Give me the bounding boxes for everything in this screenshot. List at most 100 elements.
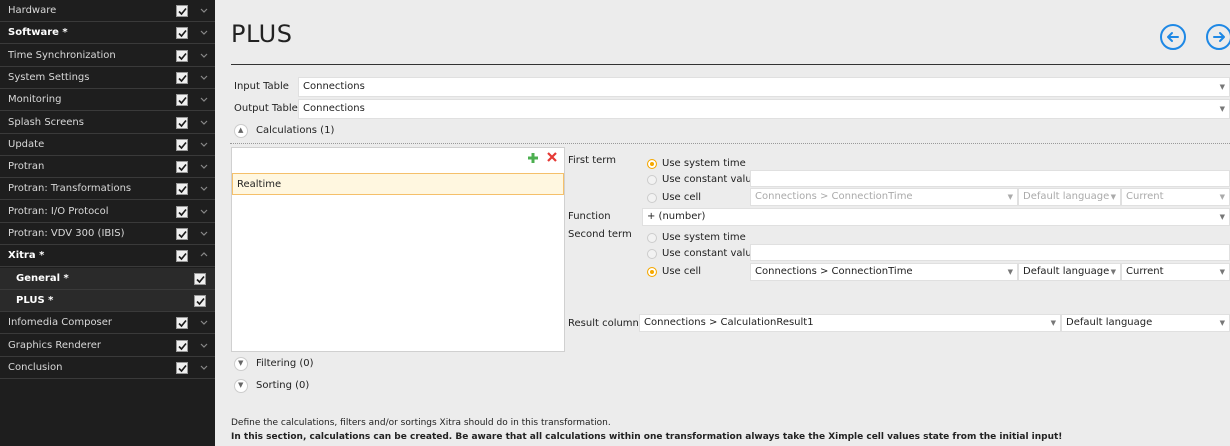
- sidebar-item-checkbox[interactable]: [176, 183, 188, 196]
- sidebar-item-checkbox[interactable]: [176, 161, 188, 174]
- sidebar-item[interactable]: System Settings: [0, 67, 215, 89]
- chevron-down-icon[interactable]: [199, 182, 209, 194]
- sidebar-item[interactable]: Protran: Transformations: [0, 178, 215, 201]
- second-term-cell-value: Connections > ConnectionTime: [755, 266, 913, 277]
- first-term-cell-select[interactable]: Connections > ConnectionTime ▼: [750, 188, 1018, 206]
- calculation-list: Realtime: [231, 147, 565, 352]
- chevron-down-icon[interactable]: [199, 116, 209, 128]
- sidebar-item[interactable]: Splash Screens: [0, 112, 215, 134]
- sidebar-item-checkbox[interactable]: [176, 116, 188, 129]
- chevron-down-icon[interactable]: [199, 49, 209, 61]
- sidebar-item[interactable]: Conclusion: [0, 357, 215, 379]
- first-term-cell-value: Connections > ConnectionTime: [755, 191, 913, 202]
- sorting-expand-button[interactable]: ▼: [234, 379, 248, 393]
- chevron-down-icon[interactable]: [199, 138, 209, 150]
- second-term-language-select[interactable]: Default language ▼: [1018, 263, 1121, 281]
- sidebar-item-checkbox[interactable]: [176, 317, 188, 330]
- chevron-down-icon[interactable]: [199, 71, 209, 83]
- chevron-down-icon[interactable]: [199, 316, 209, 328]
- back-button[interactable]: [1160, 24, 1186, 50]
- filtering-expand-button[interactable]: ▼: [234, 357, 248, 371]
- function-select[interactable]: + (number) ▼: [642, 208, 1230, 226]
- main-panel: PLUS Input Table Connections ▼ Output Ta…: [215, 0, 1230, 446]
- radio-label: Use cell: [662, 266, 702, 277]
- chevron-down-icon[interactable]: [199, 361, 209, 373]
- second-term-constant-input[interactable]: [750, 244, 1230, 261]
- sidebar-item-checkbox[interactable]: [176, 5, 188, 17]
- sidebar-item-checkbox[interactable]: [176, 361, 188, 374]
- sidebar-item[interactable]: Monitoring: [0, 89, 215, 112]
- sidebar-item[interactable]: General *: [0, 267, 215, 290]
- input-table-select[interactable]: Connections ▼: [298, 77, 1230, 97]
- sidebar-item-label: Xitra *: [8, 250, 45, 262]
- check-icon: [178, 208, 187, 216]
- sidebar-item[interactable]: Update: [0, 134, 215, 156]
- sidebar-item-checkbox[interactable]: [176, 138, 188, 151]
- output-table-label: Output Table: [234, 103, 298, 114]
- first-term-constant-input[interactable]: [750, 170, 1230, 187]
- sidebar-item-checkbox[interactable]: [176, 27, 188, 40]
- sidebar-item[interactable]: Infomedia Composer: [0, 312, 215, 335]
- section-divider: [230, 143, 1230, 144]
- sidebar-item[interactable]: PLUS *: [0, 289, 215, 312]
- sidebar-item-checkbox[interactable]: [176, 49, 188, 62]
- sidebar-item[interactable]: Graphics Renderer: [0, 335, 215, 357]
- chevron-down-icon[interactable]: [199, 93, 209, 105]
- list-item[interactable]: Realtime: [232, 173, 564, 195]
- result-language-select[interactable]: Default language ▼: [1061, 314, 1230, 332]
- sidebar-item-checkbox[interactable]: [176, 228, 188, 240]
- radio-label: Use constant value: [662, 174, 758, 185]
- sidebar-item[interactable]: Protran: I/O Protocol: [0, 201, 215, 223]
- check-icon: [178, 186, 187, 194]
- output-table-select[interactable]: Connections ▼: [298, 99, 1230, 119]
- help-text: Define the calculations, filters and/or …: [231, 418, 611, 428]
- sidebar-item-checkbox[interactable]: [176, 94, 188, 107]
- second-term-scope-value: Current: [1126, 266, 1164, 277]
- sidebar-item-label: Protran: [8, 161, 45, 173]
- sidebar-item-label: Protran: Transformations: [8, 183, 132, 195]
- plus-icon[interactable]: [527, 152, 539, 164]
- calculations-collapse-button[interactable]: ▲: [234, 124, 248, 138]
- chevron-down-icon[interactable]: [199, 160, 209, 172]
- sidebar-item-checkbox[interactable]: [176, 339, 188, 352]
- result-column-select[interactable]: Connections > CalculationResult1 ▼: [639, 314, 1061, 332]
- sidebar-item[interactable]: Software *: [0, 22, 215, 45]
- chevron-down-icon[interactable]: [199, 205, 209, 217]
- radio-selected: [647, 159, 657, 169]
- chevron-down-icon[interactable]: [199, 339, 209, 351]
- x-icon[interactable]: [546, 151, 558, 163]
- sidebar-item-label: Conclusion: [8, 361, 63, 373]
- sidebar-item[interactable]: Protran: [0, 156, 215, 179]
- sidebar-item-checkbox[interactable]: [176, 250, 188, 263]
- sidebar-item-checkbox[interactable]: [176, 71, 188, 84]
- first-term-language-select[interactable]: Default language ▼: [1018, 188, 1121, 206]
- check-icon: [196, 275, 205, 283]
- sidebar-item-label: Protran: I/O Protocol: [8, 205, 109, 217]
- sidebar-item-checkbox[interactable]: [194, 272, 206, 285]
- chevron-down-icon[interactable]: [199, 4, 209, 16]
- forward-button[interactable]: [1206, 24, 1230, 50]
- second-term-language-value: Default language: [1023, 266, 1110, 277]
- dropdown-arrow-icon: ▼: [1007, 193, 1013, 201]
- sidebar-item[interactable]: Time Synchronization: [0, 45, 215, 67]
- first-term-scope-select[interactable]: Current ▼: [1121, 188, 1230, 206]
- title-divider: [231, 64, 1230, 65]
- second-term-scope-select[interactable]: Current ▼: [1121, 263, 1230, 281]
- sidebar-item-label: Graphics Renderer: [8, 339, 101, 351]
- sidebar-item[interactable]: Xitra *: [0, 245, 215, 268]
- sidebar-item-label: General *: [16, 272, 69, 284]
- filtering-section-label: Filtering (0): [256, 358, 314, 369]
- chevron-down-icon[interactable]: [199, 26, 209, 38]
- radio-label: Use system time: [662, 158, 746, 169]
- sidebar-item-checkbox[interactable]: [176, 205, 188, 218]
- sidebar-item[interactable]: Hardware: [0, 0, 215, 22]
- sidebar-item[interactable]: Protran: VDV 300 (IBIS): [0, 223, 215, 245]
- chevron-up-icon[interactable]: [199, 249, 209, 261]
- sidebar-item-checkbox[interactable]: [194, 294, 206, 307]
- second-term-cell-select[interactable]: Connections > ConnectionTime ▼: [750, 263, 1018, 281]
- sidebar-item-label: System Settings: [8, 71, 90, 83]
- result-language-value: Default language: [1066, 317, 1153, 328]
- chevron-down-icon[interactable]: [199, 227, 209, 239]
- sidebar-item-label: Hardware: [8, 5, 57, 16]
- dropdown-arrow-icon: ▼: [1007, 268, 1013, 276]
